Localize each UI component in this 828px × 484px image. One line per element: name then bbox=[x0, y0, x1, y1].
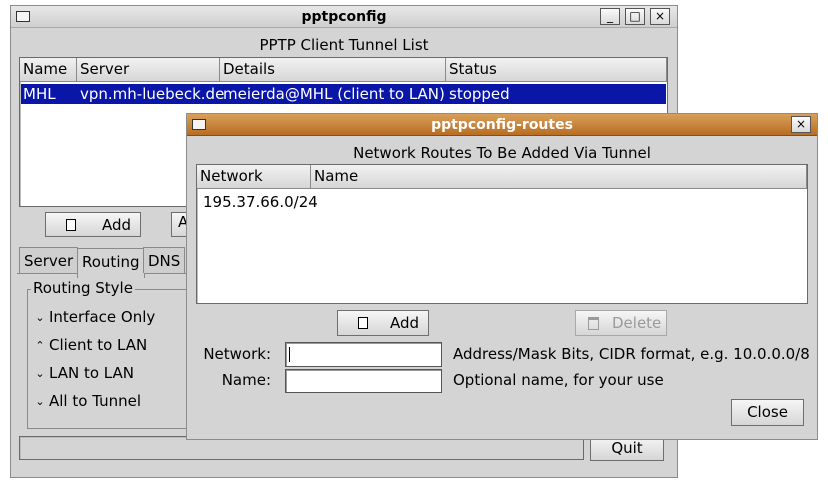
radio-checked-icon: ⌃ bbox=[35, 339, 45, 352]
add-route-label: Add bbox=[390, 314, 420, 332]
new-document-icon bbox=[358, 317, 368, 329]
table-row[interactable]: MHL vpn.mh-luebeck.de meierda@MHL (clien… bbox=[21, 84, 666, 104]
close-routes-button[interactable]: Close bbox=[731, 399, 804, 426]
tab-routing[interactable]: Routing bbox=[77, 248, 145, 278]
column-header-status[interactable]: Status bbox=[446, 58, 667, 82]
radio-label: Interface Only bbox=[49, 308, 156, 326]
row-server-cell: vpn.mh-luebeck.de bbox=[80, 85, 225, 103]
main-titlebar[interactable]: pptpconfig _ □ × bbox=[11, 6, 677, 28]
delete-route-label: Delete bbox=[612, 314, 662, 332]
tab-server[interactable]: Server bbox=[19, 247, 79, 273]
row-status-cell: stopped bbox=[449, 85, 510, 103]
routes-window-title: pptpconfig-routes bbox=[431, 117, 573, 133]
routes-close-button[interactable]: × bbox=[791, 116, 811, 133]
name-hint: Optional name, for your use bbox=[453, 371, 664, 389]
network-hint: Address/Mask Bits, CIDR format, e.g. 10.… bbox=[453, 345, 810, 363]
column-header-details[interactable]: Details bbox=[220, 58, 446, 82]
routing-style-label: Routing Style bbox=[31, 279, 135, 297]
add-tunnel-button[interactable]: Add bbox=[45, 212, 141, 237]
radio-unchecked-icon: ⌄ bbox=[35, 367, 45, 380]
text-cursor bbox=[289, 347, 290, 362]
tab-dns[interactable]: DNS bbox=[143, 247, 186, 273]
column-header-network[interactable]: Network bbox=[197, 165, 311, 189]
add-tunnel-label: Add bbox=[102, 216, 132, 234]
name-label: Name: bbox=[221, 371, 271, 389]
trash-icon bbox=[588, 317, 599, 330]
radio-unchecked-icon: ⌄ bbox=[35, 311, 45, 324]
add-route-button[interactable]: Add bbox=[337, 310, 429, 336]
maximize-button[interactable]: □ bbox=[625, 8, 645, 25]
row-name-cell: MHL bbox=[23, 85, 56, 103]
route-network-cell: 195.37.66.0/24 bbox=[203, 193, 318, 211]
new-document-icon bbox=[66, 219, 76, 231]
name-input[interactable] bbox=[285, 369, 442, 393]
radio-label: LAN to LAN bbox=[49, 364, 134, 382]
routes-heading: Network Routes To Be Added Via Tunnel bbox=[353, 144, 651, 162]
radio-label: All to Tunnel bbox=[49, 392, 141, 410]
routes-list[interactable]: Network Name 195.37.66.0/24 bbox=[196, 164, 808, 304]
tunnel-list-title: PPTP Client Tunnel List bbox=[259, 36, 429, 54]
routes-titlebar[interactable]: pptpconfig-routes × bbox=[187, 114, 817, 136]
column-header-name[interactable]: Name bbox=[20, 58, 77, 82]
row-details-cell: meierda@MHL (client to LAN) bbox=[223, 85, 445, 103]
table-row[interactable]: 195.37.66.0/24 bbox=[198, 192, 806, 212]
delete-route-button[interactable]: Delete bbox=[575, 310, 667, 336]
network-input[interactable] bbox=[285, 342, 442, 367]
close-button[interactable]: × bbox=[650, 8, 670, 25]
minimize-button[interactable]: _ bbox=[600, 8, 620, 25]
column-header-server[interactable]: Server bbox=[77, 58, 220, 82]
main-window-title: pptpconfig bbox=[301, 9, 387, 25]
routes-window: pptpconfig-routes × Network Routes To Be… bbox=[186, 113, 818, 440]
radio-unchecked-icon: ⌄ bbox=[35, 395, 45, 408]
network-label: Network: bbox=[203, 345, 271, 363]
radio-label: Client to LAN bbox=[49, 336, 148, 354]
column-header-route-name[interactable]: Name bbox=[311, 165, 807, 189]
